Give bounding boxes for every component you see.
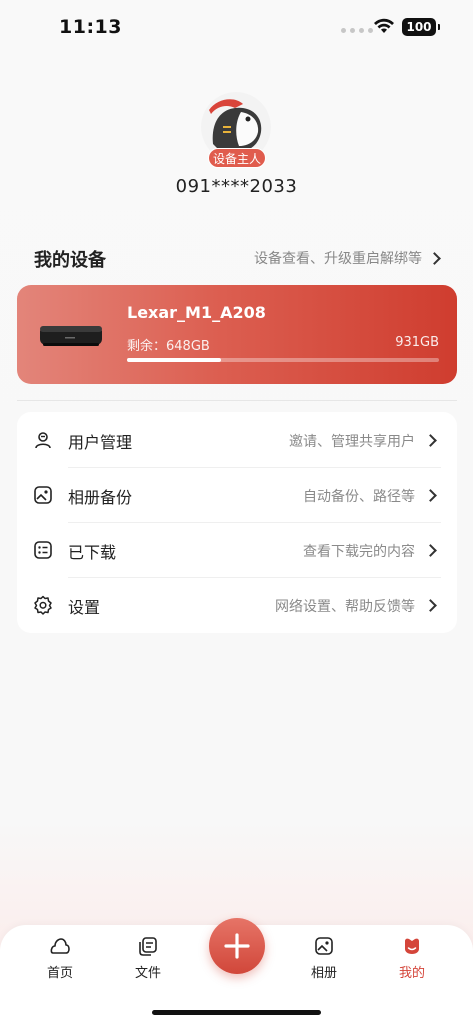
device-image — [40, 326, 102, 346]
tab-files[interactable]: 文件 — [123, 935, 173, 981]
downloaded-icon — [34, 541, 52, 559]
album-icon — [315, 937, 333, 955]
menu-item-label: 用户管理 — [68, 433, 133, 452]
menu-item-user-manage[interactable]: 用户管理 邀请、管理共享用户 — [17, 412, 457, 467]
user-manage-icon — [35, 432, 51, 449]
chevron-right-icon — [424, 599, 437, 612]
wifi-icon — [374, 18, 394, 33]
tab-home[interactable]: 首页 — [35, 935, 85, 981]
tab-profile[interactable]: 我的 — [387, 935, 437, 981]
menu-item-hint: 查看下载完的内容 — [303, 544, 415, 560]
my-devices-title: 我的设备 — [34, 250, 106, 271]
device-total: 931GB — [395, 335, 439, 350]
tab-album[interactable]: 相册 — [299, 935, 349, 981]
chevron-right-icon — [424, 544, 437, 557]
chevron-right-icon — [424, 489, 437, 502]
tab-label: 相册 — [310, 966, 337, 981]
storage-progress-fill — [127, 358, 221, 362]
owner-badge: 设备主人 — [208, 148, 266, 168]
menu-item-settings[interactable]: 设置 网络设置、帮助反馈等 — [17, 577, 457, 632]
device-name: Lexar_M1_A208 — [127, 303, 266, 322]
menu-list: 用户管理 邀请、管理共享用户 相册备份 自动备份、路径等 已下载 查看下载完的内… — [17, 412, 457, 633]
menu-item-label: 设置 — [68, 598, 101, 617]
device-manage-link[interactable]: 设备查看、升级重启解绑等 — [254, 248, 441, 268]
phone-number: 091****2033 — [175, 176, 298, 197]
menu-item-hint: 自动备份、路径等 — [303, 489, 415, 505]
chevron-right-icon — [424, 434, 437, 447]
menu-item-hint: 邀请、管理共享用户 — [289, 434, 415, 450]
divider — [17, 400, 457, 401]
status-time: 11:13 — [59, 16, 122, 38]
menu-item-album-backup[interactable]: 相册备份 自动备份、路径等 — [17, 467, 457, 522]
storage-progress — [127, 358, 439, 362]
menu-item-label: 相册备份 — [68, 488, 133, 507]
profile-page: 11:13 100 设备主人 091****2033 我的设备 设备查看、升级重… — [0, 0, 473, 1024]
home-icon — [50, 938, 70, 954]
album-backup-icon — [34, 486, 52, 504]
menu-item-downloaded[interactable]: 已下载 查看下载完的内容 — [17, 522, 457, 577]
tab-label: 我的 — [398, 966, 425, 981]
menu-item-label: 已下载 — [68, 543, 117, 562]
status-bar: 11:13 100 — [0, 0, 473, 56]
profile-icon — [405, 938, 419, 954]
home-indicator — [152, 1010, 321, 1015]
plus-icon — [224, 933, 250, 959]
menu-item-hint: 网络设置、帮助反馈等 — [275, 599, 415, 615]
signal-dots-icon — [341, 28, 373, 33]
device-remaining: 剩余：648GB — [127, 339, 210, 354]
chevron-right-icon — [428, 251, 441, 265]
battery-indicator: 100 — [402, 18, 440, 36]
tab-label: 首页 — [46, 966, 73, 981]
files-icon — [139, 937, 157, 956]
add-button[interactable] — [209, 918, 265, 974]
device-manage-link-label: 设备查看、升级重启解绑等 — [254, 251, 422, 267]
tab-label: 文件 — [134, 966, 161, 981]
settings-gear-icon — [34, 595, 52, 615]
device-card[interactable]: Lexar_M1_A208 剩余：648GB 931GB — [17, 285, 457, 384]
